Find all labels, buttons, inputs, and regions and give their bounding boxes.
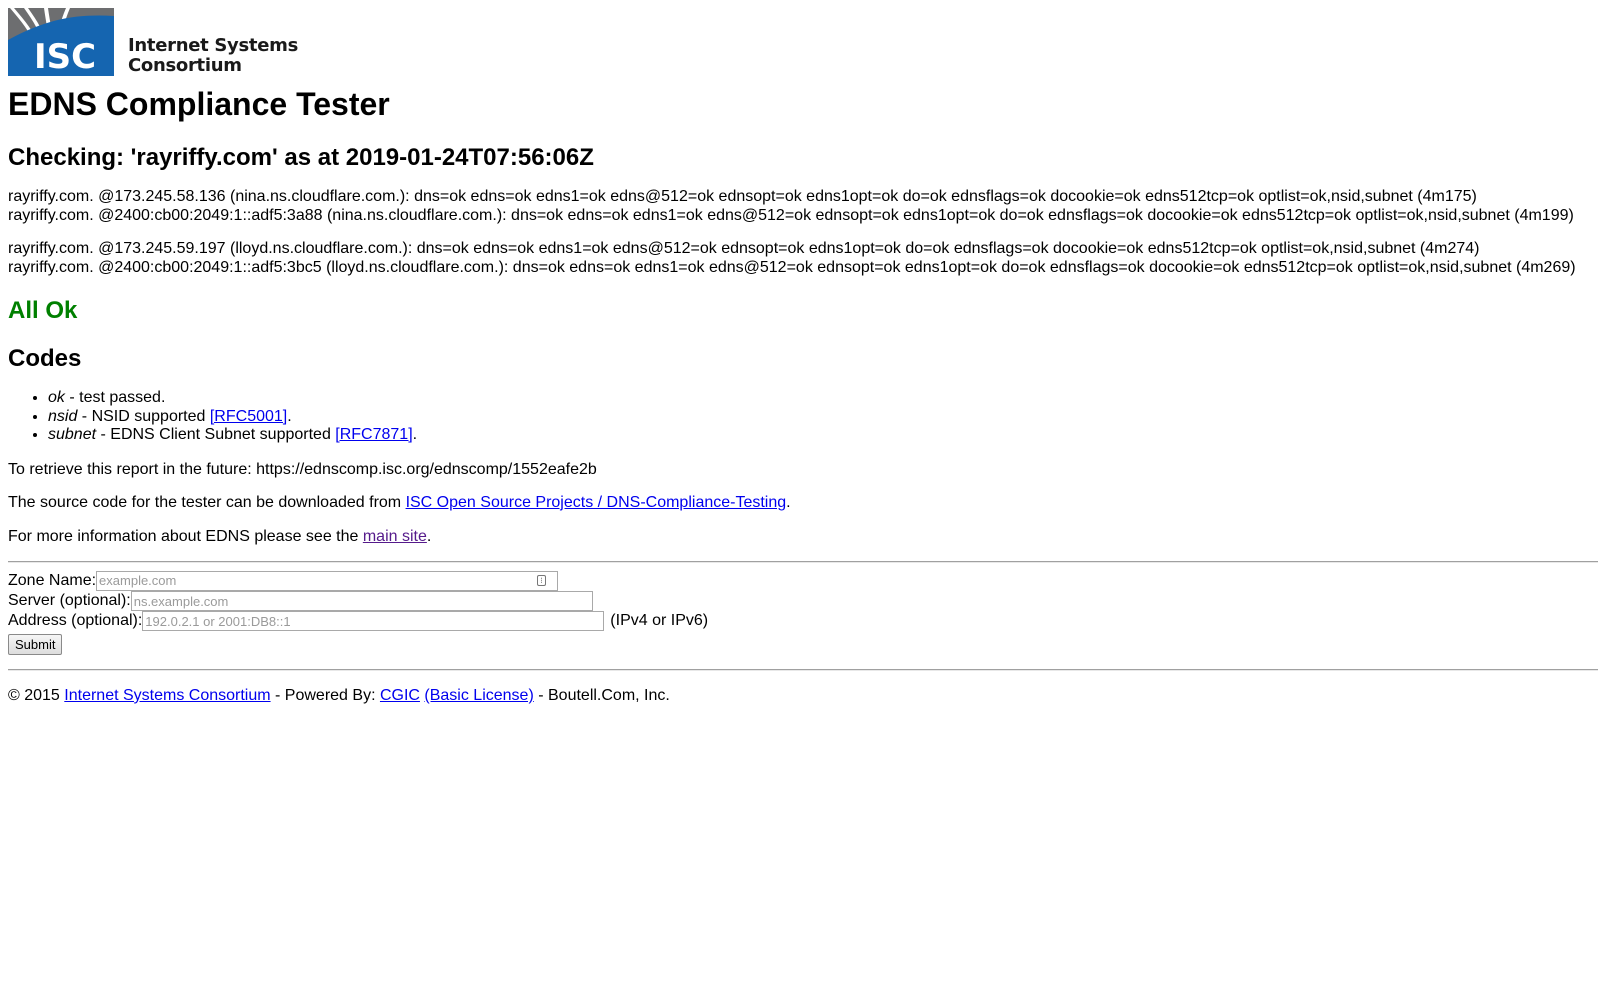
main-site-link[interactable]: main site [363,528,427,545]
basic-license-link[interactable]: (Basic License) [424,687,533,704]
code-name: nsid [48,407,78,425]
check-result-line: rayriffy.com. @2400:cb00:2049:1::adf5:3b… [8,258,1576,276]
zone-label: Zone Name: [8,572,97,589]
zone-input-wrap: ⁝ [96,570,559,592]
server-input[interactable] [130,591,593,611]
divider [8,669,1598,671]
checking-heading: Checking: 'rayriffy.com' as at 2019-01-2… [8,144,594,171]
zone-row: Zone Name: ⁝ [8,570,1598,592]
code-suffix: . [287,407,292,425]
footer: © 2015 Internet Systems Consortium - Pow… [8,687,1598,706]
source-suffix: . [786,494,791,511]
source-code-link[interactable]: ISC Open Source Projects / DNS-Complianc… [406,494,787,511]
check-result-line: rayriffy.com. @173.245.59.197 (lloyd.ns.… [8,240,1480,257]
code-name: ok [48,389,65,406]
report-url: https://ednscomp.isc.org/ednscomp/1552ea… [256,460,597,478]
source-paragraph: The source code for the tester can be do… [8,494,1598,513]
retrieve-paragraph: To retrieve this report in the future: h… [8,461,1598,480]
check-result-line: rayriffy.com. @2400:cb00:2049:1::adf5:3a… [8,206,1574,224]
address-row: Address (optional): (IPv4 or IPv6) [8,611,1598,631]
list-item: nsid - NSID supported [RFC5001]. [48,408,1598,427]
divider [8,561,1598,563]
code-description: - test passed. [64,389,166,406]
logo-mark-text: ISC [34,37,96,76]
isc-link[interactable]: Internet Systems Consortium [64,687,270,704]
logo-line-2: Consortium [128,55,242,76]
submit-row: Submit [8,633,1598,655]
isc-logo[interactable]: ISC Internet Systems Consortium [8,8,1598,76]
code-suffix: . [412,426,418,443]
address-label: Address (optional): [8,612,143,629]
code-description: - NSID supported [77,407,210,425]
codes-heading: Codes [8,345,82,372]
boutell-credit: - Boutell.Com, Inc. [533,687,670,704]
zone-name-input[interactable] [96,570,559,591]
list-item: ok - test passed. [48,389,1598,408]
check-group: rayriffy.com. @173.245.58.136 (nina.ns.c… [8,188,1598,225]
list-item: subnet - EDNS Client Subnet supported [R… [48,426,1598,445]
check-group: rayriffy.com. @173.245.59.197 (lloyd.ns.… [8,240,1598,277]
code-name: subnet [48,426,97,443]
check-results: rayriffy.com. @173.245.58.136 (nina.ns.c… [8,188,1598,277]
isc-logo-icon: ISC [8,8,114,76]
cgic-link[interactable]: CGIC [380,687,420,704]
source-prefix: The source code for the tester can be do… [8,494,406,511]
page-title: EDNS Compliance Tester [8,86,390,122]
server-row: Server (optional): [8,591,1598,611]
logo-wordmark: Internet Systems Consortium [128,36,298,76]
more-info-paragraph: For more information about EDNS please s… [8,528,1598,547]
autofill-icon[interactable]: ⁝ [537,574,547,586]
check-form: Zone Name: ⁝ Server (optional): Address … [8,570,1598,655]
server-label: Server (optional): [8,592,131,609]
status-heading: All Ok [8,297,78,324]
address-input[interactable] [142,611,605,631]
rfc5001-link[interactable]: [RFC5001] [210,408,287,425]
more-prefix: For more information about EDNS please s… [8,527,363,545]
logo-line-1: Internet Systems [128,35,298,56]
codes-list: ok - test passed. nsid - NSID supported … [8,389,1598,445]
check-result-line: rayriffy.com. @173.245.58.136 (nina.ns.c… [8,188,1477,205]
submit-button[interactable]: Submit [8,633,63,655]
page: ISC Internet Systems Consortium EDNS Com… [0,0,1606,706]
address-hint: (IPv4 or IPv6) [610,612,709,629]
retrieve-prefix: To retrieve this report in the future: [8,460,257,478]
copyright: © 2015 [8,687,65,704]
more-suffix: . [426,527,432,545]
powered-by: - Powered By: [270,687,380,704]
rfc7871-link[interactable]: [RFC7871] [335,426,412,443]
code-description: - EDNS Client Subnet supported [96,426,336,443]
